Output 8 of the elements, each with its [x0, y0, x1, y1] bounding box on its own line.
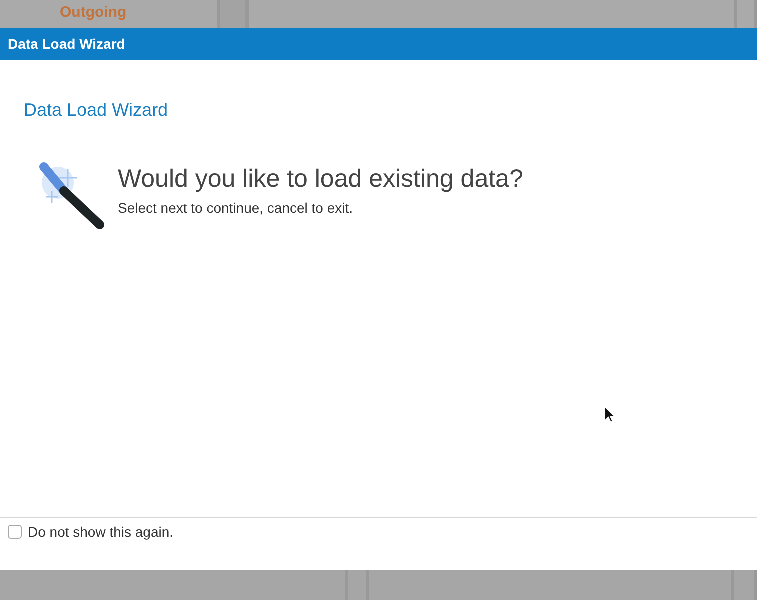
checkbox-label: Do not show this again. — [28, 524, 174, 540]
cursor-icon — [604, 406, 616, 424]
wizard-heading: Data Load Wizard — [24, 100, 170, 121]
checkbox[interactable] — [8, 525, 22, 539]
hint-text: Select next to continue, cancel to exit. — [118, 200, 354, 216]
question-text: Would you like to load existing data? — [118, 165, 524, 194]
section-heading: Outgoing — [60, 4, 128, 21]
window-title: Data Load Wizard — [0, 28, 757, 60]
